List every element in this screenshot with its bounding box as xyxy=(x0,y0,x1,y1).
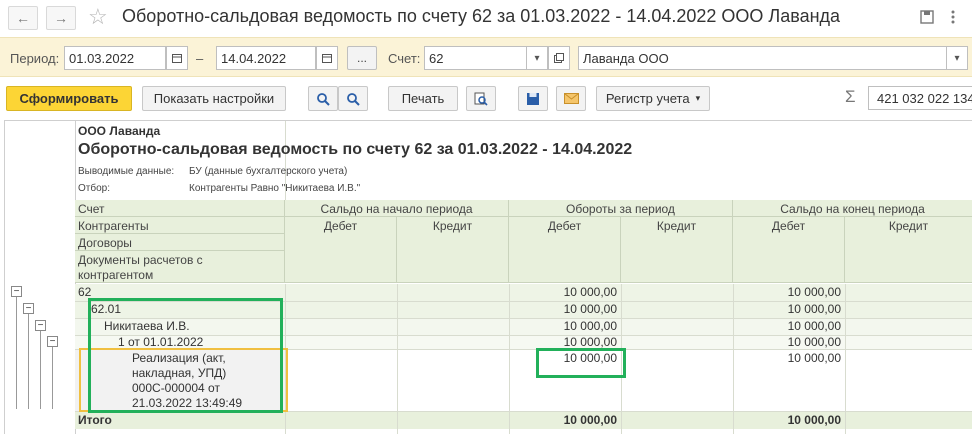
account-field[interactable]: 62 xyxy=(424,46,528,70)
col-contracts: Договоры xyxy=(75,234,285,251)
email-button[interactable] xyxy=(556,86,586,111)
floppy-icon xyxy=(527,92,539,105)
search-next-button[interactable] xyxy=(338,86,368,111)
report-org-name: ООО Лаванда xyxy=(78,124,161,138)
organization-field[interactable]: Лаванда ООО xyxy=(578,46,948,70)
collapse-icon[interactable]: − xyxy=(47,336,58,347)
col-closing-credit: Кредит xyxy=(845,217,972,283)
row-label[interactable]: 62 xyxy=(78,285,91,299)
show-settings-button[interactable]: Показать настройки xyxy=(142,86,286,111)
row-closing-debit[interactable]: 10 000,00 xyxy=(733,302,845,316)
tree-line xyxy=(16,297,17,409)
envelope-icon xyxy=(563,93,579,104)
date-to-field[interactable]: 14.04.2022 xyxy=(216,46,316,70)
highlight-box-green xyxy=(88,298,283,413)
register-label: Регистр учета xyxy=(605,91,690,106)
collapse-icon[interactable]: − xyxy=(11,286,22,297)
output-value: БУ (данные бухгалтерского учета) xyxy=(189,166,348,177)
report-area[interactable]: ООО Лаванда Оборотно-сальдовая ведомость… xyxy=(4,120,972,434)
collapse-icon[interactable]: − xyxy=(35,320,46,331)
calendar-icon[interactable] xyxy=(166,46,188,70)
period-select-button[interactable]: ... xyxy=(347,46,377,70)
row-closing-debit[interactable]: 10 000,00 xyxy=(733,285,845,299)
print-button[interactable]: Печать xyxy=(388,86,458,111)
register-dropdown[interactable]: Регистр учета ▾ xyxy=(596,86,710,111)
sum-field: 421 032 022 134 xyxy=(868,86,972,110)
col-documents: Документы расчетов с контрагентом xyxy=(75,251,285,283)
search-button[interactable] xyxy=(308,86,338,111)
row-turnover-debit[interactable]: 10 000,00 xyxy=(509,335,621,349)
col-opening-balance: Сальдо на начало периода xyxy=(285,200,509,217)
tree-line xyxy=(52,347,53,409)
search-refresh-icon xyxy=(347,92,360,106)
col-opening-credit: Кредит xyxy=(397,217,509,283)
save-report-button[interactable] xyxy=(518,86,548,111)
search-icon xyxy=(317,92,330,106)
toolbar: Сформировать Показать настройки Печать Р… xyxy=(0,78,972,118)
row-turnover-debit[interactable]: 10 000,00 xyxy=(509,285,621,299)
arrow-left-icon: ← xyxy=(16,10,30,26)
chevron-down-icon: ▾ xyxy=(695,93,701,103)
row-turnover-debit[interactable]: 10 000,00 xyxy=(509,319,621,333)
col-turnover: Обороты за период xyxy=(509,200,733,217)
tree-line xyxy=(40,331,41,409)
dropdown-icon[interactable]: ▾ xyxy=(946,46,968,70)
filter-value: Контрагенты Равно "Никитаева И.В." xyxy=(189,183,361,194)
collapse-icon[interactable]: − xyxy=(23,303,34,314)
generate-button[interactable]: Сформировать xyxy=(6,86,132,111)
total-turnover-debit: 10 000,00 xyxy=(563,413,617,427)
back-button[interactable]: ← xyxy=(8,6,38,30)
col-account: Счет xyxy=(75,200,285,217)
title-bar: ← → ☆ Оборотно-сальдовая ведомость по сч… xyxy=(0,0,972,36)
account-label: Счет: xyxy=(388,51,421,66)
favorite-star-icon[interactable]: ☆ xyxy=(88,4,108,30)
row-closing-debit[interactable]: 10 000,00 xyxy=(733,335,845,349)
col-closing-debit: Дебет xyxy=(733,217,845,283)
arrow-right-icon: → xyxy=(54,10,68,26)
col-documents-line2: контрагентом xyxy=(78,268,154,282)
col-counterparties: Контрагенты xyxy=(75,217,285,234)
col-opening-debit: Дебет xyxy=(285,217,397,283)
calendar-icon[interactable] xyxy=(316,46,338,70)
row-turnover-debit[interactable]: 10 000,00 xyxy=(509,302,621,316)
filter-label: Отбор: xyxy=(78,183,110,194)
preview-icon xyxy=(474,92,488,106)
col-turnover-credit: Кредит xyxy=(621,217,733,283)
period-label: Период: xyxy=(10,51,60,66)
filter-bar: Период: 01.03.2022 – 14.04.2022 ... Счет… xyxy=(0,37,972,77)
save-icon[interactable] xyxy=(918,8,936,26)
col-turnover-debit: Дебет xyxy=(509,217,621,283)
row-closing-debit[interactable]: 10 000,00 xyxy=(733,351,845,365)
report-title: Оборотно-сальдовая ведомость по счету 62… xyxy=(78,141,633,158)
period-dash: – xyxy=(196,51,204,66)
total-label: Итого xyxy=(78,413,112,427)
row-closing-debit[interactable]: 10 000,00 xyxy=(733,319,845,333)
open-icon[interactable] xyxy=(548,46,570,70)
date-from-field[interactable]: 01.03.2022 xyxy=(64,46,166,70)
preview-button[interactable] xyxy=(466,86,496,111)
more-icon[interactable] xyxy=(944,8,962,26)
dropdown-icon[interactable]: ▾ xyxy=(526,46,548,70)
col-documents-line1: Документы расчетов с xyxy=(78,253,203,267)
sum-icon: Σ xyxy=(845,87,856,106)
output-label: Выводимые данные: xyxy=(78,166,175,177)
total-closing-debit: 10 000,00 xyxy=(787,413,841,427)
col-closing-balance: Сальдо на конец периода xyxy=(733,200,972,217)
forward-button[interactable]: → xyxy=(46,6,76,30)
tree-line xyxy=(28,314,29,409)
highlight-box-green xyxy=(536,348,626,378)
page-title: Оборотно-сальдовая ведомость по счету 62… xyxy=(122,6,841,26)
